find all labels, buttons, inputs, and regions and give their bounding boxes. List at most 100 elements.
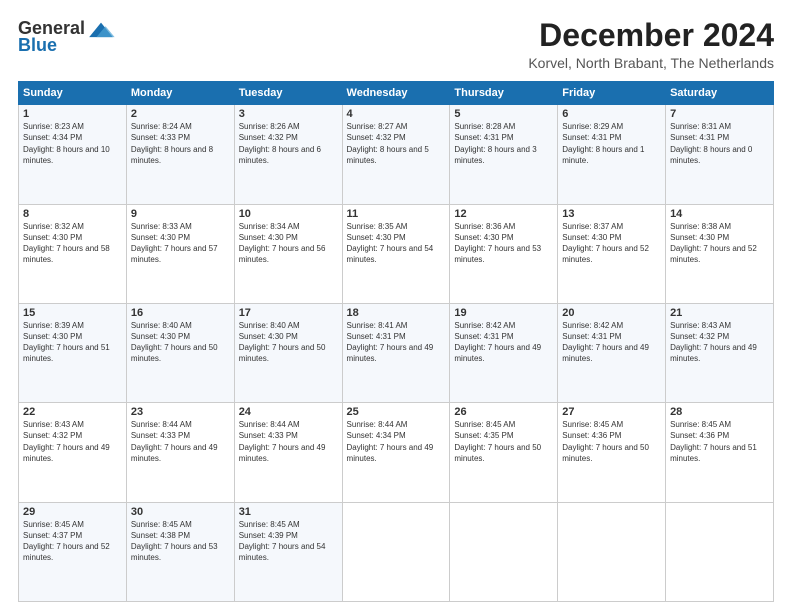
header-saturday: Saturday (666, 82, 774, 105)
day-number: 24 (239, 406, 338, 418)
calendar-week-3: 15 Sunrise: 8:39 AMSunset: 4:30 PMDaylig… (19, 303, 774, 402)
calendar-cell: 19 Sunrise: 8:42 AMSunset: 4:31 PMDaylig… (450, 303, 558, 402)
day-number: 31 (239, 506, 338, 518)
day-number: 14 (670, 208, 769, 220)
day-info: Sunrise: 8:34 AMSunset: 4:30 PMDaylight:… (239, 222, 326, 265)
day-number: 16 (131, 307, 230, 319)
day-number: 6 (562, 108, 661, 120)
header-sunday: Sunday (19, 82, 127, 105)
day-info: Sunrise: 8:43 AMSunset: 4:32 PMDaylight:… (23, 420, 110, 463)
day-number: 1 (23, 108, 122, 120)
day-info: Sunrise: 8:45 AMSunset: 4:37 PMDaylight:… (23, 520, 110, 563)
calendar-body: 1 Sunrise: 8:23 AMSunset: 4:34 PMDayligh… (19, 105, 774, 602)
day-info: Sunrise: 8:35 AMSunset: 4:30 PMDaylight:… (347, 222, 434, 265)
day-info: Sunrise: 8:27 AMSunset: 4:32 PMDaylight:… (347, 122, 429, 165)
day-number: 4 (347, 108, 446, 120)
day-number: 18 (347, 307, 446, 319)
calendar-cell: 11 Sunrise: 8:35 AMSunset: 4:30 PMDaylig… (342, 204, 450, 303)
calendar-cell: 1 Sunrise: 8:23 AMSunset: 4:34 PMDayligh… (19, 105, 127, 204)
header-monday: Monday (126, 82, 234, 105)
day-number: 8 (23, 208, 122, 220)
calendar-cell: 18 Sunrise: 8:41 AMSunset: 4:31 PMDaylig… (342, 303, 450, 402)
calendar-cell: 29 Sunrise: 8:45 AMSunset: 4:37 PMDaylig… (19, 502, 127, 601)
header: General Blue December 2024 Korvel, North… (18, 18, 774, 71)
day-info: Sunrise: 8:42 AMSunset: 4:31 PMDaylight:… (454, 321, 541, 364)
day-number: 29 (23, 506, 122, 518)
day-number: 9 (131, 208, 230, 220)
day-info: Sunrise: 8:44 AMSunset: 4:34 PMDaylight:… (347, 420, 434, 463)
day-info: Sunrise: 8:29 AMSunset: 4:31 PMDaylight:… (562, 122, 644, 165)
day-number: 7 (670, 108, 769, 120)
calendar-cell: 7 Sunrise: 8:31 AMSunset: 4:31 PMDayligh… (666, 105, 774, 204)
day-info: Sunrise: 8:26 AMSunset: 4:32 PMDaylight:… (239, 122, 321, 165)
day-info: Sunrise: 8:40 AMSunset: 4:30 PMDaylight:… (131, 321, 218, 364)
day-info: Sunrise: 8:39 AMSunset: 4:30 PMDaylight:… (23, 321, 110, 364)
calendar-cell: 31 Sunrise: 8:45 AMSunset: 4:39 PMDaylig… (234, 502, 342, 601)
day-number: 26 (454, 406, 553, 418)
calendar-cell (342, 502, 450, 601)
day-info: Sunrise: 8:44 AMSunset: 4:33 PMDaylight:… (131, 420, 218, 463)
calendar-cell: 10 Sunrise: 8:34 AMSunset: 4:30 PMDaylig… (234, 204, 342, 303)
day-info: Sunrise: 8:33 AMSunset: 4:30 PMDaylight:… (131, 222, 218, 265)
header-thursday: Thursday (450, 82, 558, 105)
day-info: Sunrise: 8:24 AMSunset: 4:33 PMDaylight:… (131, 122, 213, 165)
day-info: Sunrise: 8:23 AMSunset: 4:34 PMDaylight:… (23, 122, 110, 165)
calendar: Sunday Monday Tuesday Wednesday Thursday… (18, 81, 774, 602)
calendar-cell: 2 Sunrise: 8:24 AMSunset: 4:33 PMDayligh… (126, 105, 234, 204)
day-info: Sunrise: 8:40 AMSunset: 4:30 PMDaylight:… (239, 321, 326, 364)
calendar-week-2: 8 Sunrise: 8:32 AMSunset: 4:30 PMDayligh… (19, 204, 774, 303)
day-info: Sunrise: 8:45 AMSunset: 4:36 PMDaylight:… (670, 420, 757, 463)
day-number: 28 (670, 406, 769, 418)
header-friday: Friday (558, 82, 666, 105)
day-info: Sunrise: 8:45 AMSunset: 4:35 PMDaylight:… (454, 420, 541, 463)
day-number: 22 (23, 406, 122, 418)
day-number: 30 (131, 506, 230, 518)
day-info: Sunrise: 8:37 AMSunset: 4:30 PMDaylight:… (562, 222, 649, 265)
calendar-cell: 4 Sunrise: 8:27 AMSunset: 4:32 PMDayligh… (342, 105, 450, 204)
day-number: 23 (131, 406, 230, 418)
calendar-cell: 25 Sunrise: 8:44 AMSunset: 4:34 PMDaylig… (342, 403, 450, 502)
calendar-cell: 21 Sunrise: 8:43 AMSunset: 4:32 PMDaylig… (666, 303, 774, 402)
calendar-cell: 23 Sunrise: 8:44 AMSunset: 4:33 PMDaylig… (126, 403, 234, 502)
day-number: 17 (239, 307, 338, 319)
header-tuesday: Tuesday (234, 82, 342, 105)
calendar-cell: 30 Sunrise: 8:45 AMSunset: 4:38 PMDaylig… (126, 502, 234, 601)
calendar-cell (450, 502, 558, 601)
day-info: Sunrise: 8:28 AMSunset: 4:31 PMDaylight:… (454, 122, 536, 165)
day-info: Sunrise: 8:31 AMSunset: 4:31 PMDaylight:… (670, 122, 752, 165)
calendar-week-4: 22 Sunrise: 8:43 AMSunset: 4:32 PMDaylig… (19, 403, 774, 502)
title-section: December 2024 Korvel, North Brabant, The… (528, 18, 774, 71)
calendar-cell: 20 Sunrise: 8:42 AMSunset: 4:31 PMDaylig… (558, 303, 666, 402)
day-number: 5 (454, 108, 553, 120)
calendar-cell: 27 Sunrise: 8:45 AMSunset: 4:36 PMDaylig… (558, 403, 666, 502)
logo-blue: Blue (18, 35, 57, 56)
calendar-cell: 22 Sunrise: 8:43 AMSunset: 4:32 PMDaylig… (19, 403, 127, 502)
day-number: 15 (23, 307, 122, 319)
day-info: Sunrise: 8:44 AMSunset: 4:33 PMDaylight:… (239, 420, 326, 463)
day-number: 13 (562, 208, 661, 220)
calendar-cell: 16 Sunrise: 8:40 AMSunset: 4:30 PMDaylig… (126, 303, 234, 402)
calendar-cell: 17 Sunrise: 8:40 AMSunset: 4:30 PMDaylig… (234, 303, 342, 402)
calendar-week-5: 29 Sunrise: 8:45 AMSunset: 4:37 PMDaylig… (19, 502, 774, 601)
calendar-cell: 14 Sunrise: 8:38 AMSunset: 4:30 PMDaylig… (666, 204, 774, 303)
weekday-header-row: Sunday Monday Tuesday Wednesday Thursday… (19, 82, 774, 105)
logo-icon (87, 19, 115, 39)
calendar-header: Sunday Monday Tuesday Wednesday Thursday… (19, 82, 774, 105)
calendar-cell: 8 Sunrise: 8:32 AMSunset: 4:30 PMDayligh… (19, 204, 127, 303)
calendar-cell: 13 Sunrise: 8:37 AMSunset: 4:30 PMDaylig… (558, 204, 666, 303)
day-number: 21 (670, 307, 769, 319)
day-number: 12 (454, 208, 553, 220)
day-info: Sunrise: 8:45 AMSunset: 4:39 PMDaylight:… (239, 520, 326, 563)
calendar-cell: 9 Sunrise: 8:33 AMSunset: 4:30 PMDayligh… (126, 204, 234, 303)
day-info: Sunrise: 8:38 AMSunset: 4:30 PMDaylight:… (670, 222, 757, 265)
day-info: Sunrise: 8:45 AMSunset: 4:38 PMDaylight:… (131, 520, 218, 563)
day-number: 11 (347, 208, 446, 220)
header-wednesday: Wednesday (342, 82, 450, 105)
calendar-cell: 26 Sunrise: 8:45 AMSunset: 4:35 PMDaylig… (450, 403, 558, 502)
page: General Blue December 2024 Korvel, North… (0, 0, 792, 612)
calendar-week-1: 1 Sunrise: 8:23 AMSunset: 4:34 PMDayligh… (19, 105, 774, 204)
calendar-cell (666, 502, 774, 601)
day-info: Sunrise: 8:43 AMSunset: 4:32 PMDaylight:… (670, 321, 757, 364)
calendar-cell: 3 Sunrise: 8:26 AMSunset: 4:32 PMDayligh… (234, 105, 342, 204)
day-number: 20 (562, 307, 661, 319)
